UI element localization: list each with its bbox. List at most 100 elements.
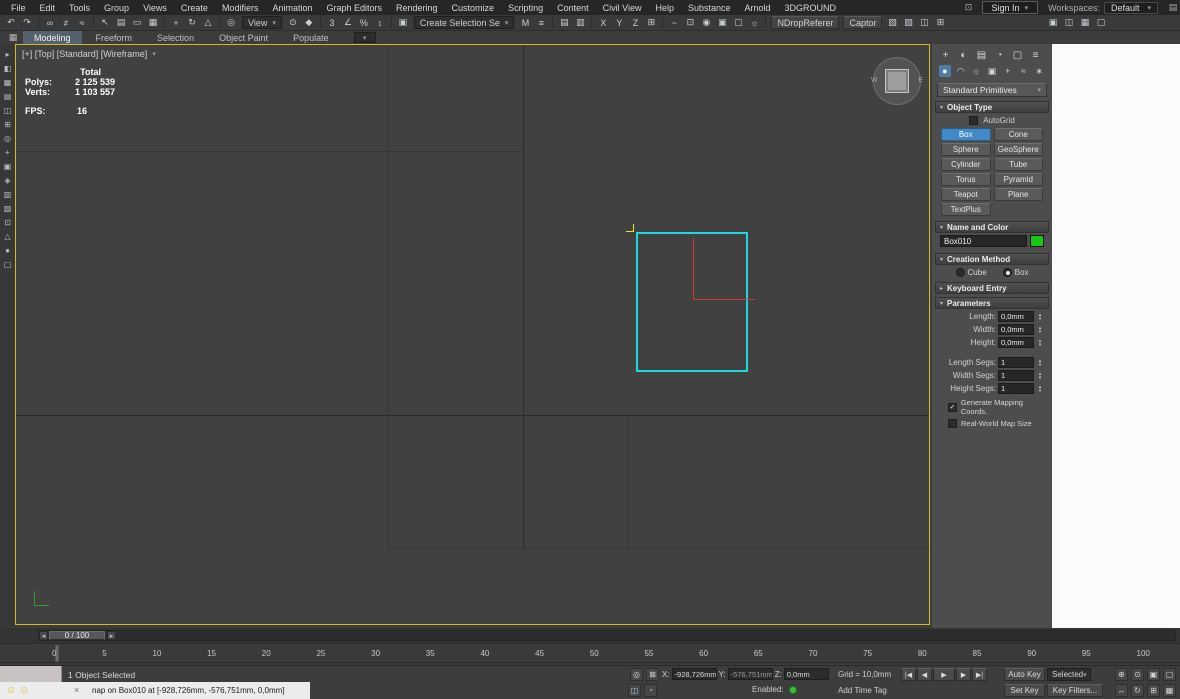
bind-to-space-warp-icon[interactable]: ≈	[74, 16, 90, 29]
select-object-icon[interactable]: ↖	[97, 16, 113, 29]
zoom-extents-icon[interactable]: ▣	[1147, 668, 1160, 681]
workspace-icon-3[interactable]: ▦	[1077, 16, 1093, 29]
percent-snap-icon[interactable]: %	[356, 16, 372, 29]
viewcube[interactable]: W E	[871, 57, 923, 105]
primitive-button[interactable]: Plane	[993, 188, 1043, 201]
menu-item[interactable]: Substance	[681, 3, 738, 13]
select-by-name-icon[interactable]: ▤	[113, 16, 129, 29]
primitive-button[interactable]: Cylinder	[941, 158, 991, 171]
time-configuration-icon[interactable]: ◔	[644, 684, 657, 697]
primitive-button[interactable]: Tube	[993, 158, 1043, 171]
hierarchy-tab-icon[interactable]: ▤	[976, 50, 987, 61]
ribbon-tab[interactable]: Object Paint	[208, 31, 279, 44]
go-to-start-icon[interactable]: |◀	[901, 668, 916, 681]
use-center-icon[interactable]: ⊙	[285, 16, 301, 29]
geometry-icon[interactable]: ●	[939, 65, 951, 77]
menu-item[interactable]: Edit	[33, 3, 63, 13]
box010-wireframe[interactable]	[636, 232, 748, 372]
lights-icon[interactable]: ☼	[970, 65, 982, 77]
modify-tab-icon[interactable]: ◐	[958, 50, 969, 61]
menu-item[interactable]: Arnold	[738, 3, 778, 13]
selection-region-icon[interactable]: ▭	[129, 16, 145, 29]
time-slider-left-arrow[interactable]: ◂	[39, 631, 48, 640]
menu-item[interactable]: Rendering	[389, 3, 445, 13]
side-tool-icon-7[interactable]: ◎	[1, 132, 14, 144]
side-tool-icon-2[interactable]: ◧	[1, 62, 14, 74]
menu-item[interactable]: 3DGROUND	[778, 3, 844, 13]
mini-listener-icon[interactable]: ◫	[628, 684, 641, 697]
go-to-end-icon[interactable]: ▶|	[972, 668, 987, 681]
viewcube-top-face[interactable]	[885, 69, 909, 93]
real-world-map-checkbox[interactable]	[948, 419, 957, 428]
z-coord-field[interactable]: 0,0mm	[783, 668, 829, 680]
enabled-indicator[interactable]	[788, 685, 797, 694]
select-and-link-icon[interactable]: ∞	[42, 16, 58, 29]
side-tool-icon-16[interactable]: ▢	[1, 258, 14, 270]
edit-named-selections-icon[interactable]: ▣	[395, 16, 411, 29]
spinner-arrows[interactable]: ▴ ▾	[1036, 358, 1044, 367]
workspace-icon-2[interactable]: ◫	[1061, 16, 1077, 29]
ribbon-tab[interactable]: Populate	[282, 31, 340, 44]
creation-method-rollout-header[interactable]: ▾ Creation Method	[935, 253, 1049, 265]
primitive-button[interactable]: TextPlus	[941, 203, 991, 216]
parameter-field[interactable]: 0,0mm	[998, 324, 1034, 335]
side-tool-icon-1[interactable]: ▸	[1, 48, 14, 60]
curve-editor-icon[interactable]: ~	[666, 16, 682, 29]
side-tool-icon-4[interactable]: ▤	[1, 90, 14, 102]
auto-key-button[interactable]: Auto Key	[1004, 668, 1045, 681]
cube-radio[interactable]	[955, 268, 965, 277]
angle-snap-icon[interactable]: ∠	[340, 16, 356, 29]
helpers-icon[interactable]: +	[1002, 65, 1014, 77]
named-selection-set-dropdown[interactable]: Create Selection Se ▾	[413, 16, 515, 29]
key-filters-button[interactable]: Key Filters...	[1047, 684, 1103, 697]
menu-item[interactable]: Scripting	[501, 3, 550, 13]
primitive-button[interactable]: Cone	[993, 128, 1043, 141]
creation-method-cube-option[interactable]: Cube	[955, 268, 987, 277]
primitive-button[interactable]: Box	[941, 128, 991, 141]
spinner-down-icon[interactable]: ▾	[1039, 375, 1042, 380]
track-bar[interactable]: 0 5 10 15 20 25 30 35 40 45 50 55 60 65 70 75 80 85 90 95 10…	[0, 643, 1180, 663]
snaps-toggle-icon[interactable]: 3	[324, 16, 340, 29]
primitive-button[interactable]: GeoSphere	[993, 143, 1043, 156]
primitive-category-dropdown[interactable]: Standard Primitives ▾	[937, 83, 1047, 97]
menu-item[interactable]: Group	[97, 3, 136, 13]
custom-plugin-icon-4[interactable]: ⊞	[932, 16, 948, 29]
sign-in-button[interactable]: Sign In ▾	[981, 1, 1039, 14]
spinner-down-icon[interactable]: ▾	[1039, 342, 1042, 347]
z-axis-constraint-button[interactable]: Z	[627, 16, 643, 29]
spinner-down-icon[interactable]: ▾	[1039, 388, 1042, 393]
set-key-button[interactable]: Set Key	[1004, 684, 1045, 697]
select-and-rotate-icon[interactable]: ↻	[184, 16, 200, 29]
redo-icon[interactable]: ↷	[19, 16, 35, 29]
menu-item[interactable]: Tools	[62, 3, 97, 13]
x-axis-constraint-button[interactable]: X	[595, 16, 611, 29]
play-icon[interactable]: ▶	[933, 668, 955, 681]
spinner-arrows[interactable]: ▴ ▾	[1036, 338, 1044, 347]
align-icon[interactable]: ≡	[533, 16, 549, 29]
scene-explorer-icon[interactable]: ▥	[572, 16, 588, 29]
layer-explorer-icon[interactable]: ▤	[556, 16, 572, 29]
generate-mapping-checkbox[interactable]: ✓	[948, 402, 957, 412]
y-coord-field[interactable]: -576,751mm	[727, 668, 773, 680]
orbit-icon[interactable]: ↻	[1131, 684, 1144, 697]
time-slider-handle[interactable]: 0 / 100	[49, 631, 105, 640]
side-tool-icon-15[interactable]: ●	[1, 244, 14, 256]
x-coord-field[interactable]: -928,726mm	[671, 668, 717, 680]
viewport-layout-icon[interactable]: ▦	[1163, 684, 1176, 697]
rendered-frame-icon[interactable]: ▢	[730, 16, 746, 29]
workspace-selector[interactable]: Default ▾	[1103, 1, 1158, 14]
systems-icon[interactable]: ∗	[1033, 65, 1045, 77]
add-time-tag-button[interactable]: Add Time Tag	[838, 686, 887, 695]
space-warps-icon[interactable]: ≈	[1018, 65, 1030, 77]
spinner-arrows[interactable]: ▴ ▾	[1036, 312, 1044, 321]
render-production-icon[interactable]: ☼	[746, 16, 762, 29]
menu-item[interactable]: Civil View	[596, 3, 649, 13]
menu-item[interactable]: File	[4, 3, 33, 13]
ndropreferer-button[interactable]: NDropReferer	[771, 16, 840, 29]
menu-item[interactable]: Help	[648, 3, 681, 13]
menubar-utility-icon[interactable]: ⊡	[962, 2, 976, 13]
ribbon-tab[interactable]: Modeling	[23, 31, 82, 44]
undo-icon[interactable]: ↶	[3, 16, 19, 29]
cameras-icon[interactable]: ▣	[986, 65, 998, 77]
reference-coordinate-dropdown[interactable]: View ▾	[242, 16, 282, 29]
